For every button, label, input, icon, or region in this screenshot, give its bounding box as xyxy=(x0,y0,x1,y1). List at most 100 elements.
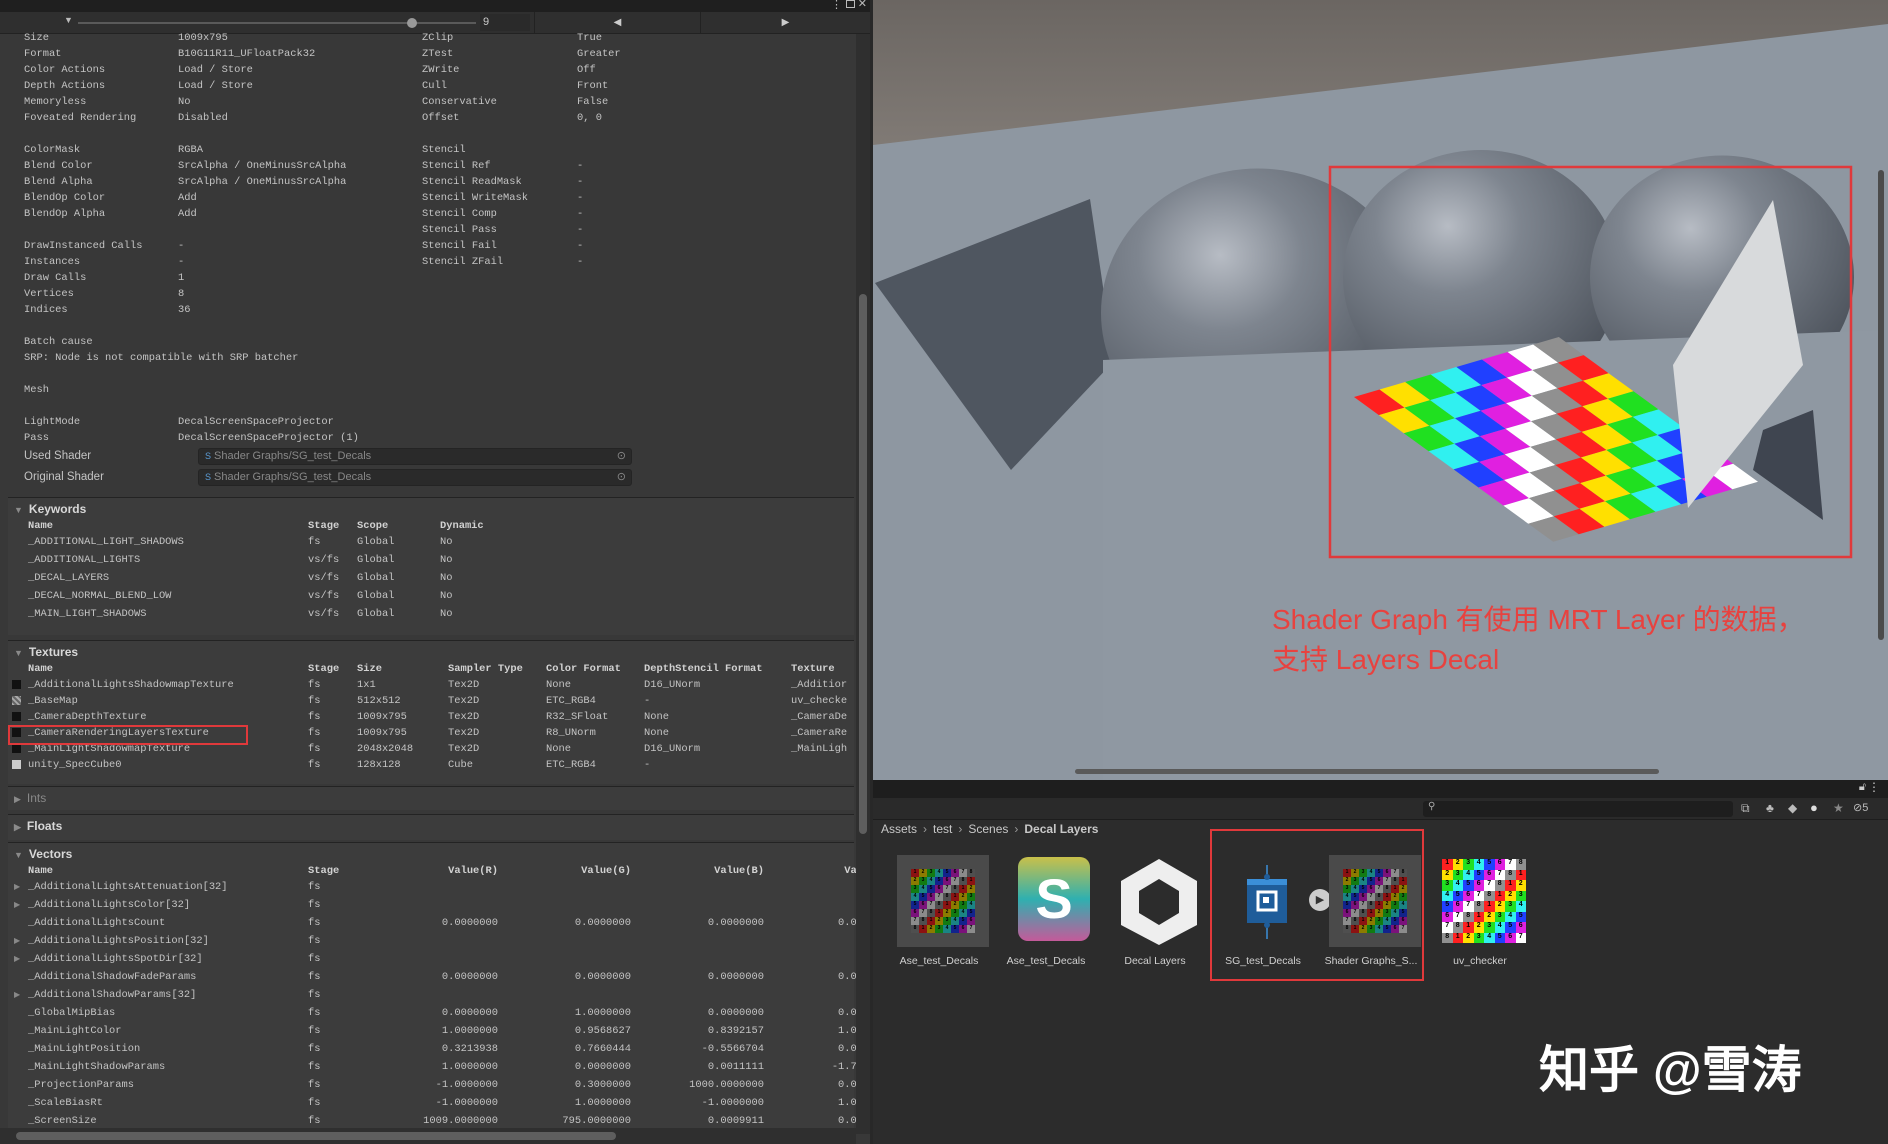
row-name[interactable]: _GlobalMipBias xyxy=(28,1006,115,1020)
breadcrumb-item[interactable]: Assets xyxy=(881,822,917,836)
label-icon[interactable]: ◆ xyxy=(1788,801,1797,815)
state-label: DrawInstanced Calls xyxy=(24,240,143,252)
row-name[interactable]: _DECAL_LAYERS xyxy=(28,571,109,585)
checker-cell: 5 xyxy=(927,885,935,893)
row-name[interactable]: _AdditionalShadowFadeParams xyxy=(28,970,196,984)
row-name[interactable]: _ScaleBiasRt xyxy=(28,1096,103,1110)
prev-event-button[interactable]: ◀ xyxy=(534,12,700,34)
checker-cell: 7 xyxy=(1463,901,1474,912)
checker-cell: 2 xyxy=(1494,901,1505,912)
event-slider[interactable] xyxy=(78,18,476,28)
lock-icon[interactable]: 🔓︎ xyxy=(1859,781,1866,794)
next-event-button[interactable]: ▶ xyxy=(700,12,870,34)
cell: Tex2D xyxy=(448,695,480,707)
favorite-star-icon[interactable]: ★ xyxy=(1833,801,1844,815)
row-name[interactable]: _MAIN_LIGHT_SHADOWS xyxy=(28,607,146,621)
column-header: Size xyxy=(357,663,382,675)
row-name[interactable]: _ProjectionParams xyxy=(28,1078,134,1092)
breadcrumb-item[interactable]: test xyxy=(933,822,952,836)
dropdown-arrow-icon[interactable]: ▼ xyxy=(64,15,73,25)
row-name[interactable]: _MainLightColor xyxy=(28,1024,122,1038)
breadcrumb-item[interactable]: Decal Layers xyxy=(1024,822,1098,836)
row-name[interactable]: _AdditionalLightsSpotDir[32] xyxy=(28,952,203,966)
row-name[interactable]: _CameraDepthTexture xyxy=(28,710,146,724)
expand-arrow-icon[interactable]: ▶ xyxy=(14,936,20,945)
state-label: Stencil WriteMask xyxy=(422,192,529,204)
scrollbar-thumb[interactable] xyxy=(859,294,867,834)
row-name[interactable]: _AdditionalLightsAttenuation[32] xyxy=(28,880,228,894)
original-shader-field[interactable]: S Shader Graphs/SG_test_Decals ⊙ xyxy=(198,469,632,486)
scene-view[interactable]: Shader Graph 有使用 MRT Layer 的数据， 支持 Layer… xyxy=(873,0,1888,780)
warning-icon[interactable]: ● xyxy=(1810,800,1818,815)
search-input[interactable]: ⚲ xyxy=(1423,801,1733,817)
menu-icon[interactable]: ⋮ xyxy=(1868,780,1880,794)
hidden-packages-icon[interactable]: ⊘5 xyxy=(1853,801,1868,814)
expand-arrow-icon[interactable]: ▶ xyxy=(14,954,20,963)
row-name[interactable]: _ADDITIONAL_LIGHT_SHADOWS xyxy=(28,535,184,549)
shader-name: Shader Graphs/SG_test_Decals xyxy=(214,471,372,483)
frame-debugger-panel: ⋮ ✕ ▼ 9 ◀ ▶ Size 1009x795 ZClip True Format B… xyxy=(0,0,870,1144)
cell: vs/fs xyxy=(308,572,340,584)
checker-cell: 1 xyxy=(959,885,967,893)
cell: fs xyxy=(308,971,321,983)
keywords-foldout[interactable]: ▼ Keywords xyxy=(14,502,86,516)
cell: 0.0000000 xyxy=(574,971,631,983)
cell: 1x1 xyxy=(357,679,376,691)
checker-cell: 2 xyxy=(1484,911,1495,922)
event-index-input[interactable]: 9 xyxy=(480,14,530,31)
checker-cell: 5 xyxy=(911,901,919,909)
checker-cell: 1 xyxy=(951,893,959,901)
column-header: Name xyxy=(28,520,53,532)
checker-cell: 6 xyxy=(959,925,967,933)
texture-preview-icon xyxy=(12,680,21,689)
row-name[interactable]: _MainLightPosition xyxy=(28,1042,140,1056)
row-name[interactable]: _DECAL_NORMAL_BLEND_LOW xyxy=(28,589,171,603)
scrollbar-thumb[interactable] xyxy=(16,1132,616,1140)
textures-foldout[interactable]: ▼ Textures xyxy=(14,645,78,659)
object-picker-icon[interactable]: ⊙ xyxy=(617,470,626,485)
expand-arrow-icon[interactable]: ▶ xyxy=(14,900,20,909)
horizontal-scrollbar[interactable] xyxy=(0,1128,856,1144)
checker-cell: 8 xyxy=(967,869,975,877)
checker-cell: 2 xyxy=(935,917,943,925)
expand-arrow-icon[interactable]: ▶ xyxy=(14,882,20,891)
ints-foldout[interactable]: ▶ Ints xyxy=(14,791,46,805)
vectors-foldout[interactable]: ▼ Vectors xyxy=(14,847,72,861)
checker-cell: 3 xyxy=(1515,890,1526,901)
row-name[interactable]: unity_SpecCube0 xyxy=(28,758,122,772)
row-name[interactable]: _AdditionalLightsShadowmapTexture xyxy=(28,678,234,692)
row-name[interactable]: _BaseMap xyxy=(28,694,78,708)
cell: 1009.0000000 xyxy=(423,1115,498,1127)
menu-icon[interactable]: ⋮ xyxy=(831,0,842,11)
search-by-type-icon[interactable]: ⧉ xyxy=(1741,801,1750,816)
vertical-scrollbar[interactable] xyxy=(856,34,870,1134)
slider-knob[interactable] xyxy=(407,18,418,28)
used-shader-field[interactable]: S Shader Graphs/SG_test_Decals ⊙ xyxy=(198,448,632,465)
row-name[interactable]: _AdditionalLightsCount xyxy=(28,916,165,930)
maximize-icon[interactable] xyxy=(846,0,855,8)
checker-cell: 4 xyxy=(1494,922,1505,933)
row-name[interactable]: _ScreenSize xyxy=(28,1114,97,1128)
state-label: Indices xyxy=(24,304,68,316)
checker-cell: 6 xyxy=(951,869,959,877)
checker-cell: 5 xyxy=(943,869,951,877)
foldout-arrow-icon: ▼ xyxy=(14,850,23,860)
shader-name: Shader Graphs/SG_test_Decals xyxy=(214,450,372,462)
row-name[interactable]: _AdditionalShadowParams[32] xyxy=(28,988,196,1002)
row-name[interactable]: _MainLightShadowParams xyxy=(28,1060,165,1074)
breadcrumb-item[interactable]: Scenes xyxy=(968,822,1008,836)
object-picker-icon[interactable]: ⊙ xyxy=(617,449,626,464)
checker-cell: 3 xyxy=(1442,880,1453,891)
checker-cell: 5 xyxy=(1515,911,1526,922)
expand-arrow-icon[interactable]: ▶ xyxy=(14,990,20,999)
row-name[interactable]: _AdditionalLightsPosition[32] xyxy=(28,934,209,948)
row-name[interactable]: _ADDITIONAL_LIGHTS xyxy=(28,553,140,567)
row-name[interactable]: _AdditionalLightsColor[32] xyxy=(28,898,190,912)
filter-type-icon[interactable]: ♣ xyxy=(1766,801,1774,815)
state-value: True xyxy=(577,32,602,44)
floats-foldout[interactable]: ▶ Floats xyxy=(14,819,62,833)
column-header: Value(G) xyxy=(581,865,631,877)
cell: uv_checke xyxy=(791,695,848,707)
section-title: Ints xyxy=(26,791,47,805)
close-icon[interactable]: ✕ xyxy=(858,0,867,10)
